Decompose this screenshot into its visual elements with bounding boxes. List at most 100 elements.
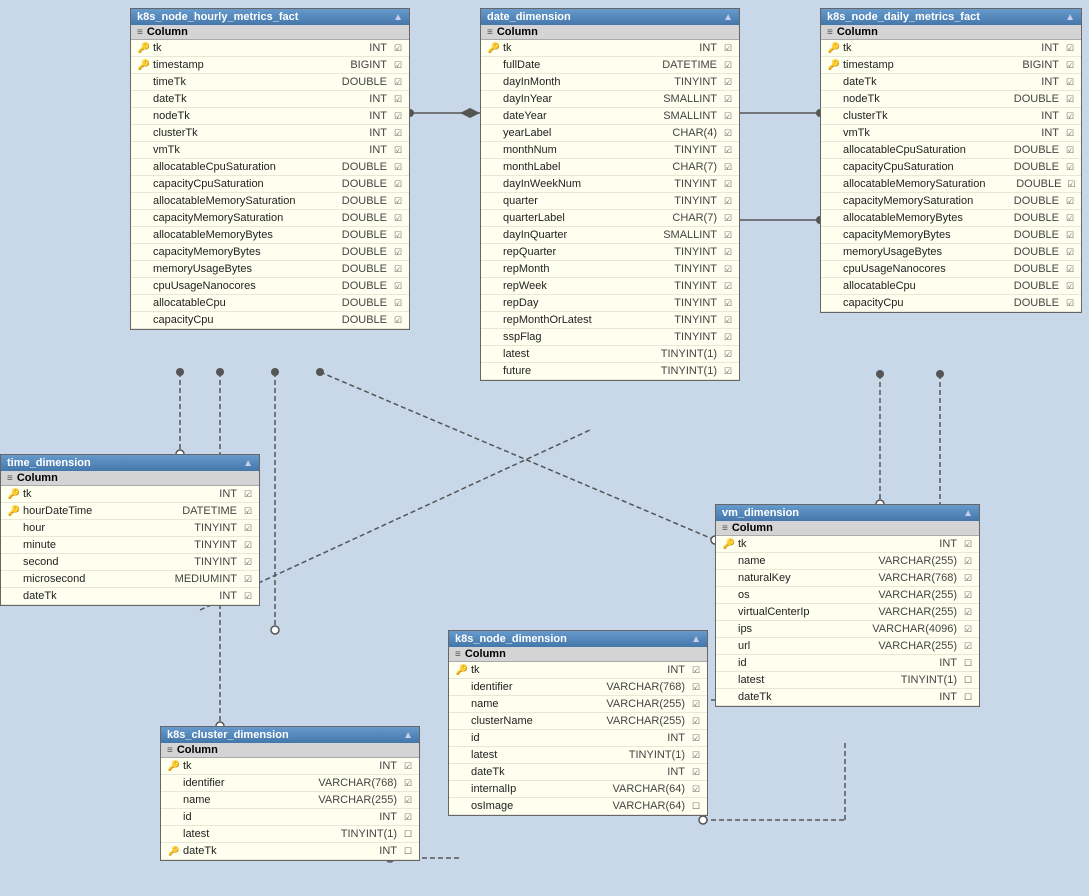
pk-icon: 🔑 <box>828 43 840 54</box>
pk-icon: 🔑 <box>488 43 500 54</box>
table-row: allocatableCpuDOUBLE☑ <box>131 295 409 312</box>
table-row: urlVARCHAR(255)☑ <box>716 638 979 655</box>
table-row: identifierVARCHAR(768)☑ <box>161 775 419 792</box>
table-row: memoryUsageBytesDOUBLE☑ <box>131 261 409 278</box>
table-row: 🔑 timestamp BIGINT ☑ <box>131 57 409 74</box>
table-row: cpuUsageNanocoresDOUBLE☑ <box>131 278 409 295</box>
table-header-hourly[interactable]: k8s_node_hourly_metrics_fact ▲ <box>131 9 409 25</box>
pk-icon: 🔑 <box>168 761 180 772</box>
table-row: dateYearSMALLINT☑ <box>481 108 739 125</box>
table-date-dimension: date_dimension ▲ ≡ Column 🔑 tk INT ☑ ful… <box>480 8 740 381</box>
collapse-icon-hourly[interactable]: ▲ <box>393 12 403 23</box>
table-row: allocatableMemoryBytesDOUBLE☑ <box>131 227 409 244</box>
collapse-icon-vm[interactable]: ▲ <box>963 508 973 519</box>
table-row: memoryUsageBytesDOUBLE☑ <box>821 244 1081 261</box>
collapse-icon-cluster[interactable]: ▲ <box>403 730 413 741</box>
pk-icon: 🔑 <box>456 665 468 676</box>
table-row: 🔑 hourDateTime DATETIME ☑ <box>1 503 259 520</box>
table-header-cluster[interactable]: k8s_cluster_dimension ▲ <box>161 727 419 743</box>
table-row: allocatableMemorySaturationDOUBLE☑ <box>821 176 1081 193</box>
table-row: dateTkINT☑ <box>131 91 409 108</box>
table-row: yearLabelCHAR(4)☑ <box>481 125 739 142</box>
table-row: latestTINYINT(1)☐ <box>716 672 979 689</box>
table-header-vm[interactable]: vm_dimension ▲ <box>716 505 979 521</box>
table-row: internalIpVARCHAR(64)☑ <box>449 781 707 798</box>
col-header-time: ≡ Column <box>1 471 259 486</box>
table-row: osImageVARCHAR(64)☐ <box>449 798 707 815</box>
table-row: latestTINYINT(1)☑ <box>449 747 707 764</box>
table-row: repDayTINYINT☑ <box>481 295 739 312</box>
table-row: dateTkINT☐ <box>716 689 979 706</box>
table-row: ipsVARCHAR(4096)☑ <box>716 621 979 638</box>
table-row: capacityCpuDOUBLE☑ <box>131 312 409 329</box>
table-k8s-cluster-dimension: k8s_cluster_dimension ▲ ≡ Column 🔑 tk IN… <box>160 726 420 861</box>
table-header-date[interactable]: date_dimension ▲ <box>481 9 739 25</box>
table-row: sspFlagTINYINT☑ <box>481 329 739 346</box>
table-k8s-node-daily-metrics-fact: k8s_node_daily_metrics_fact ▲ ≡ Column 🔑… <box>820 8 1082 313</box>
col-header-daily: ≡ Column <box>821 25 1081 40</box>
table-row: idINT☐ <box>716 655 979 672</box>
table-row: 🔑 dateTk INT ☐ <box>161 843 419 860</box>
table-row: quarterLabelCHAR(7)☑ <box>481 210 739 227</box>
table-row: nameVARCHAR(255)☑ <box>716 553 979 570</box>
table-time-dimension: time_dimension ▲ ≡ Column 🔑 tk INT ☑ 🔑 h… <box>0 454 260 606</box>
table-row: osVARCHAR(255)☑ <box>716 587 979 604</box>
col-header-hourly: ≡ Column <box>131 25 409 40</box>
table-row: secondTINYINT☑ <box>1 554 259 571</box>
table-row: quarterTINYINT☑ <box>481 193 739 210</box>
table-row: 🔑 tk INT ☑ <box>449 662 707 679</box>
table-row: 🔑 tk INT ☑ <box>481 40 739 57</box>
table-row: dayInYearSMALLINT☑ <box>481 91 739 108</box>
table-row: dateTkINT☑ <box>821 74 1081 91</box>
table-row: monthLabelCHAR(7)☑ <box>481 159 739 176</box>
table-row: nodeTkDOUBLE☑ <box>821 91 1081 108</box>
table-row: nodeTkINT☑ <box>131 108 409 125</box>
col-header-date: ≡ Column <box>481 25 739 40</box>
table-row: allocatableMemoryBytesDOUBLE☑ <box>821 210 1081 227</box>
table-row: capacityCpuSaturationDOUBLE☑ <box>821 159 1081 176</box>
table-row: capacityCpuDOUBLE☑ <box>821 295 1081 312</box>
collapse-icon-daily[interactable]: ▲ <box>1065 12 1075 23</box>
table-row: latestTINYINT(1)☑ <box>481 346 739 363</box>
table-row: vmTkINT☑ <box>821 125 1081 142</box>
fk-icon: 🔑 <box>168 846 179 857</box>
table-row: minuteTINYINT☑ <box>1 537 259 554</box>
table-vm-dimension: vm_dimension ▲ ≡ Column 🔑 tk INT ☑ nameV… <box>715 504 980 707</box>
table-row: virtualCenterIpVARCHAR(255)☑ <box>716 604 979 621</box>
table-title-daily: k8s_node_daily_metrics_fact <box>827 11 980 23</box>
table-row: futureTINYINT(1)☑ <box>481 363 739 380</box>
table-row: nameVARCHAR(255)☑ <box>449 696 707 713</box>
table-row: idINT☑ <box>449 730 707 747</box>
table-row: monthNumTINYINT☑ <box>481 142 739 159</box>
table-row: allocatableCpuSaturationDOUBLE☑ <box>131 159 409 176</box>
table-header-node[interactable]: k8s_node_dimension ▲ <box>449 631 707 647</box>
table-row: vmTkINT☑ <box>131 142 409 159</box>
table-row: capacityMemoryBytesDOUBLE☑ <box>821 227 1081 244</box>
table-row: microsecondMEDIUMINT☑ <box>1 571 259 588</box>
table-title-time: time_dimension <box>7 457 91 469</box>
table-row: capacityCpuSaturationDOUBLE☑ <box>131 176 409 193</box>
table-row: clusterNameVARCHAR(255)☑ <box>449 713 707 730</box>
table-row: capacityMemoryBytesDOUBLE☑ <box>131 244 409 261</box>
table-row: allocatableCpuSaturationDOUBLE☑ <box>821 142 1081 159</box>
table-row: clusterTkINT☑ <box>131 125 409 142</box>
collapse-icon-date[interactable]: ▲ <box>723 12 733 23</box>
table-row: 🔑 timestamp BIGINT ☑ <box>821 57 1081 74</box>
table-k8s-node-dimension: k8s_node_dimension ▲ ≡ Column 🔑 tk INT ☑… <box>448 630 708 816</box>
col-header-cluster: ≡ Column <box>161 743 419 758</box>
table-row: repWeekTINYINT☑ <box>481 278 739 295</box>
table-k8s-node-hourly-metrics-fact: k8s_node_hourly_metrics_fact ▲ ≡ Column … <box>130 8 410 330</box>
collapse-icon-node[interactable]: ▲ <box>691 634 701 645</box>
table-row: repMonthTINYINT☑ <box>481 261 739 278</box>
table-header-time[interactable]: time_dimension ▲ <box>1 455 259 471</box>
collapse-icon-time[interactable]: ▲ <box>243 458 253 469</box>
table-row: dayInWeekNumTINYINT☑ <box>481 176 739 193</box>
table-row: 🔑 tk INT ☑ <box>1 486 259 503</box>
table-header-daily[interactable]: k8s_node_daily_metrics_fact ▲ <box>821 9 1081 25</box>
table-row: dayInMonthTINYINT☑ <box>481 74 739 91</box>
pk-icon: 🔑 <box>138 43 150 54</box>
table-row: clusterTkINT☑ <box>821 108 1081 125</box>
pk-icon: 🔑 <box>8 489 20 500</box>
diagram-canvas: k8s_node_hourly_metrics_fact ▲ ≡ Column … <box>0 0 1089 896</box>
table-row: dateTkINT☑ <box>449 764 707 781</box>
